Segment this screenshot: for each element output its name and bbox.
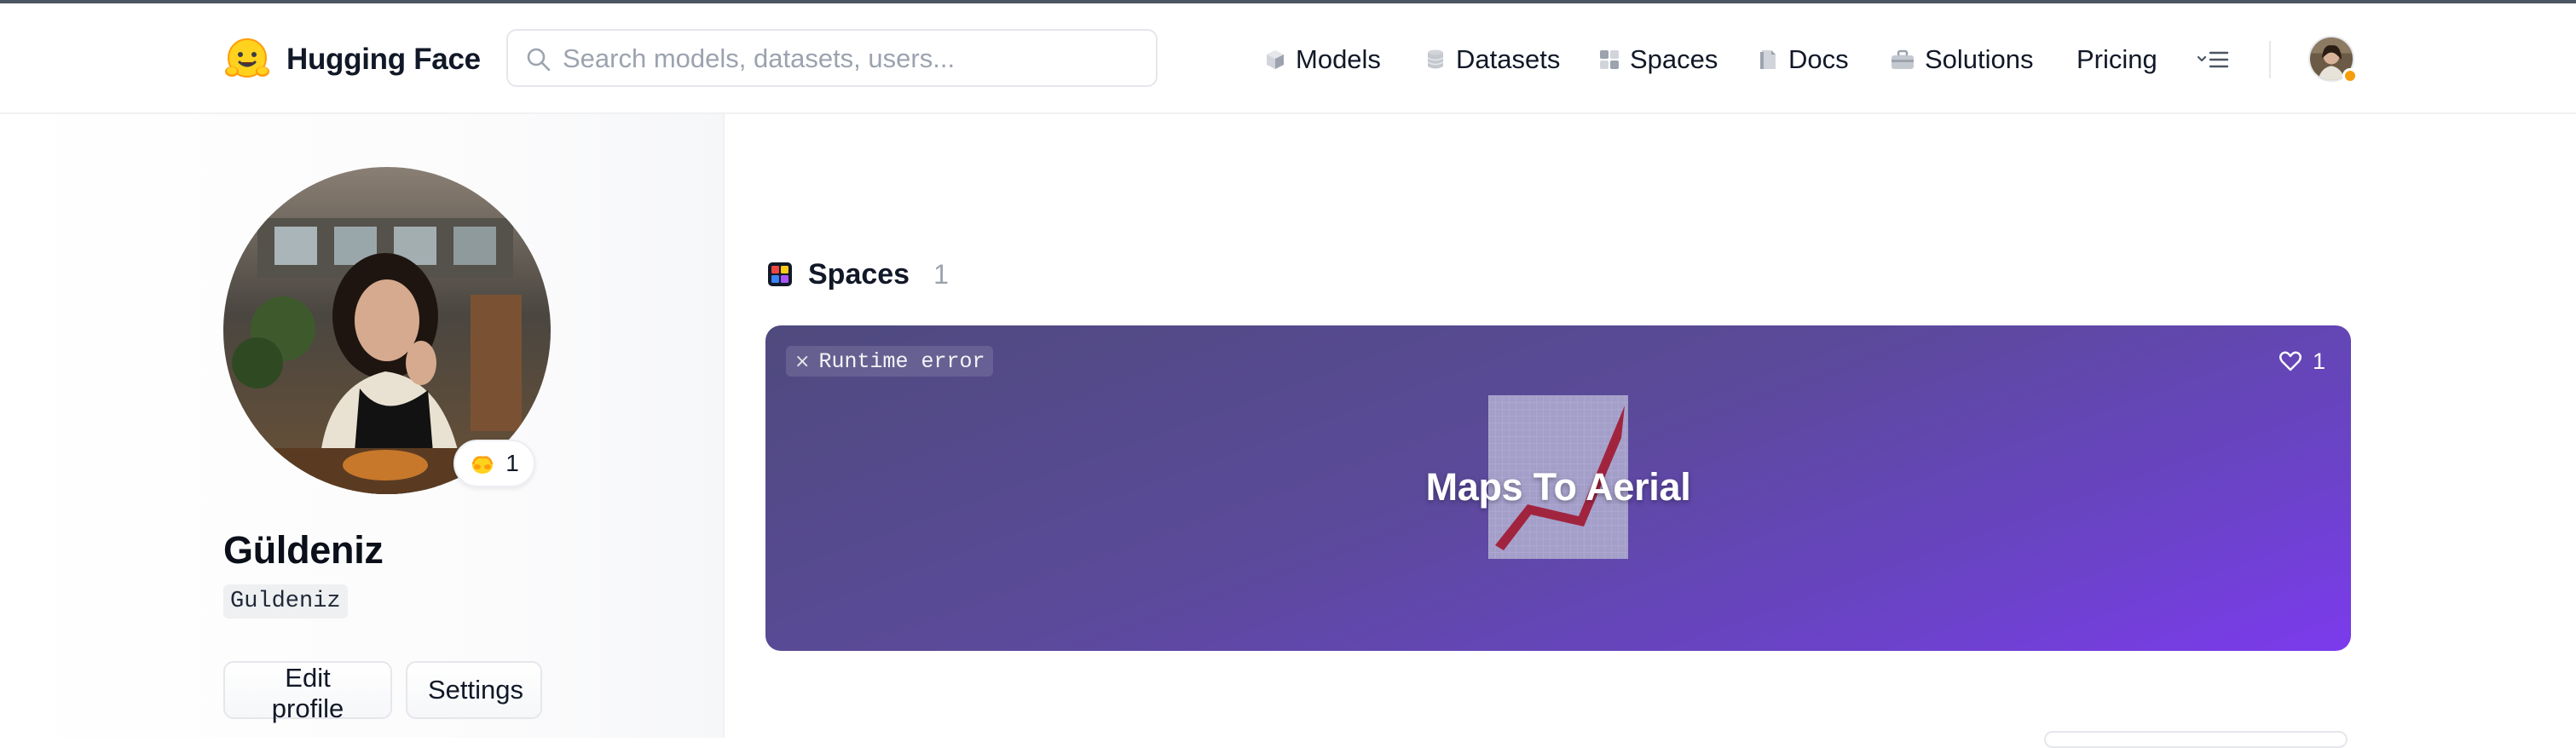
brand-logo-link[interactable]: Hugging Face [223, 36, 481, 83]
nav-item-docs[interactable]: Docs [1758, 36, 1849, 83]
datasets-icon [1427, 49, 1444, 69]
brand-name: Hugging Face [286, 43, 481, 76]
spaces-section-count: 1 [933, 258, 949, 290]
profile-like-count: 1 [505, 450, 519, 476]
nav-item-solutions[interactable]: Solutions [1891, 36, 2034, 83]
spaces-section-header: Spaces 1 [767, 254, 949, 295]
header-divider [2269, 41, 2271, 78]
nav-label-datasets: Datasets [1456, 44, 1561, 74]
search-input[interactable] [561, 31, 1144, 87]
profile-fullname: Güldeniz [223, 528, 384, 572]
spaces-icon [1600, 50, 1619, 69]
nav-label-pricing: Pricing [2076, 44, 2157, 74]
menu-more-icon[interactable] [2198, 44, 2230, 75]
nav-item-datasets[interactable]: Datasets [1425, 36, 1560, 83]
nav-label-models: Models [1296, 44, 1381, 74]
profile-username: Guldeniz [223, 584, 348, 619]
heart-icon [2279, 351, 2302, 371]
settings-button[interactable]: Settings [406, 661, 542, 719]
partial-control-offscreen[interactable] [2044, 731, 2348, 748]
edit-profile-button[interactable]: Edit profile [223, 661, 392, 723]
space-like-count: 1 [2312, 348, 2325, 374]
nav-item-spaces[interactable]: Spaces [1599, 36, 1718, 83]
nav-label-spaces: Spaces [1630, 44, 1718, 74]
spaces-section-title: Spaces [808, 257, 910, 291]
space-title: Maps To Aerial [1425, 465, 1691, 509]
space-status-text: Runtime error [818, 348, 985, 374]
spaces-section-icon [768, 262, 792, 286]
space-status-badge: × Runtime error [786, 346, 994, 377]
search-icon [527, 48, 551, 72]
solutions-icon [1892, 49, 1914, 69]
error-x-icon: × [794, 350, 811, 372]
models-icon [1267, 50, 1284, 69]
online-status-dot [2342, 68, 2358, 83]
top-navigation-bar: Hugging Face Models Datasets [0, 3, 2576, 114]
nav-label-docs: Docs [1788, 44, 1849, 74]
nav-item-pricing[interactable]: Pricing [2076, 36, 2157, 83]
nav-item-models[interactable]: Models [1265, 36, 1381, 83]
profile-like-button[interactable]: 1 [453, 440, 535, 487]
space-like-button[interactable]: 1 [2279, 344, 2325, 378]
docs-icon [1760, 50, 1776, 69]
hugging-face-logo-icon [225, 38, 269, 78]
hugging-hands-icon [471, 456, 494, 474]
space-card[interactable]: × Runtime error 1 Maps To Aerial [765, 325, 2351, 651]
search-box [506, 29, 1158, 87]
nav-label-solutions: Solutions [1925, 44, 2034, 74]
